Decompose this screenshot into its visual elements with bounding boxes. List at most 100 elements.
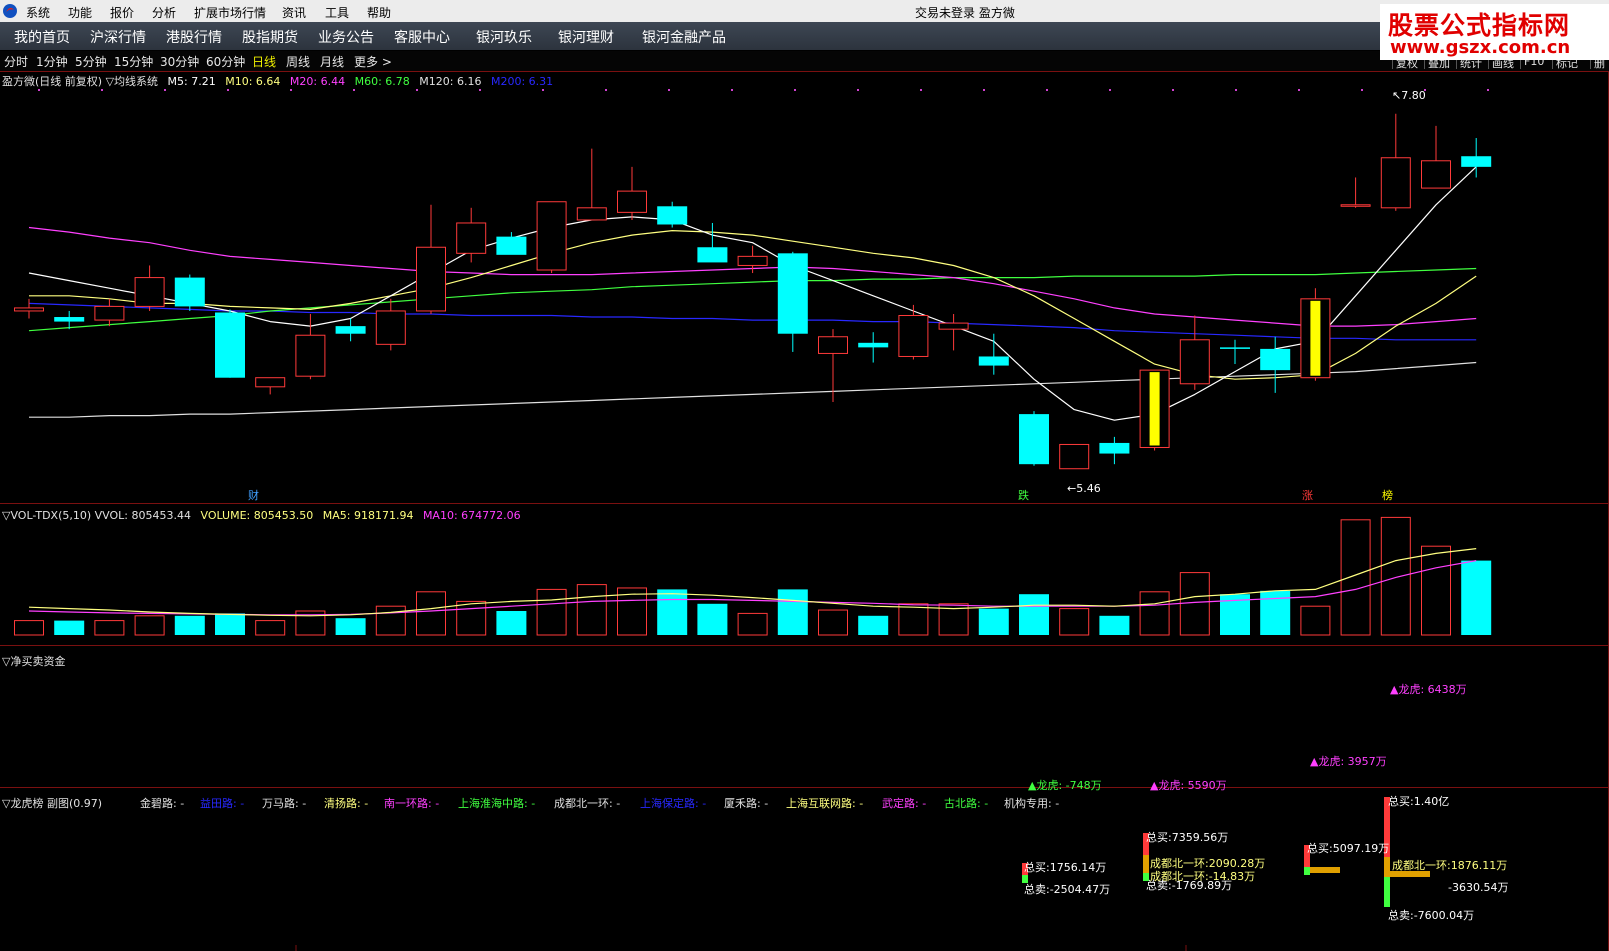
volume-bar-up	[416, 591, 446, 636]
volume-bar-up	[375, 605, 406, 636]
candle-down	[1019, 414, 1049, 465]
vol-ma10-label: MA10: 674772.06	[422, 509, 521, 522]
candle-up	[818, 336, 848, 354]
volume-bar-down	[777, 589, 808, 635]
lhb-annotation-total-buy-2: 总买:7359.56万	[1146, 831, 1229, 844]
period-bar: 分时 1分钟 5分钟 15分钟 30分钟 60分钟 日线 周线 月线 更多 >	[0, 51, 1609, 71]
volume-bar-up	[14, 620, 44, 636]
period-60min[interactable]: 60分钟	[206, 53, 245, 70]
candle-down	[174, 277, 205, 307]
top-tick-dot	[983, 89, 985, 91]
branch-gubei: 古北路: -	[944, 797, 989, 810]
menu-analysis[interactable]: 分析	[152, 4, 176, 21]
menu-system[interactable]: 系统	[26, 4, 50, 21]
branch-jinbi: 金碧路: -	[140, 797, 185, 810]
lhb-bar-6	[1304, 867, 1310, 875]
nav-yinhe-licai[interactable]: 银河理财	[558, 27, 614, 47]
top-tick-dot	[794, 89, 796, 91]
lhb-bar-10	[1384, 877, 1390, 907]
period-5min[interactable]: 5分钟	[75, 53, 107, 70]
nav-service-center[interactable]: 客服中心	[394, 27, 450, 47]
nav-announcements[interactable]: 业务公告	[318, 27, 374, 47]
chart-area[interactable]: 盈方微(日线 前复权) ▽均线系统 M5: 7.21 M10: 6.64 M20…	[0, 71, 1609, 951]
watermark-logo: 股票公式指标网 www.gszx.com.cn	[1380, 4, 1609, 60]
high-price-marker: ↖7.80	[1392, 89, 1426, 102]
period-monthly[interactable]: 月线	[320, 53, 344, 70]
volume-bar-up	[1421, 545, 1451, 636]
candle-down	[496, 236, 527, 255]
ma5-line	[28, 166, 1477, 421]
ma200-label: M200: 6.31	[490, 75, 554, 88]
top-tick-dot	[1487, 89, 1489, 91]
volume-bar-down	[54, 620, 85, 635]
lhb-panel-title: ▽龙虎榜 副图(0.97)	[2, 797, 103, 810]
top-tick-dot	[1361, 89, 1363, 91]
candle-up	[938, 322, 969, 330]
period-tick[interactable]: 分时	[4, 53, 28, 70]
top-tick-dot	[731, 89, 733, 91]
menu-bar: 系统 功能 报价 分析 扩展市场行情 资讯 工具 帮助 交易未登录 盈方微	[0, 0, 1609, 22]
event-marker-bang[interactable]: 榜	[1382, 487, 1393, 503]
period-weekly[interactable]: 周线	[286, 53, 310, 70]
ma5-label: M5: 7.21	[167, 75, 216, 88]
nav-bar: 我的首页 沪深行情 港股行情 股指期货 业务公告 客服中心 银河玖乐 银河理财 …	[0, 22, 1609, 50]
period-1min[interactable]: 1分钟	[36, 53, 68, 70]
period-daily[interactable]: 日线	[252, 53, 276, 70]
branch-institution: 机构专用: -	[1004, 797, 1060, 810]
volume-bar-down	[978, 608, 1009, 635]
candle-down	[657, 206, 688, 225]
candle-limit-up-fill	[1149, 372, 1160, 446]
candle-limit-up-fill	[1310, 300, 1321, 376]
fund-panel-title: ▽净买卖资金	[2, 655, 66, 668]
candle-up	[416, 246, 446, 312]
period-15min[interactable]: 15分钟	[114, 53, 153, 70]
branch-shanghai-huaihai: 上海淮海中路: -	[458, 797, 536, 810]
candle-down	[335, 326, 366, 334]
nav-sh-sz-market[interactable]: 沪深行情	[90, 27, 146, 47]
volume-bar-down	[335, 618, 366, 635]
event-marker-die[interactable]: 跌	[1018, 487, 1029, 503]
candle-up	[617, 190, 647, 213]
period-more[interactable]: 更多 >	[354, 53, 392, 70]
menu-tools[interactable]: 工具	[325, 4, 349, 21]
nav-yinhe-jiule[interactable]: 银河玖乐	[476, 27, 532, 47]
menu-extended-market[interactable]: 扩展市场行情	[194, 4, 266, 21]
top-tick-dot	[227, 89, 229, 91]
candle-down	[858, 342, 889, 348]
volume-label: VOLUME: 805453.50	[200, 509, 314, 522]
menu-function[interactable]: 功能	[68, 4, 92, 21]
candle-down	[215, 312, 245, 378]
menu-quote[interactable]: 报价	[110, 4, 134, 21]
nav-home[interactable]: 我的首页	[14, 27, 70, 47]
candle-up	[536, 201, 567, 271]
candle-up	[576, 207, 607, 221]
ma120-line	[29, 361, 1477, 418]
ma60-label: M60: 6.78	[354, 75, 410, 88]
candle-up	[1380, 157, 1411, 209]
volume-bar-up	[1059, 608, 1090, 636]
event-marker-cai[interactable]: 财	[248, 487, 259, 503]
lhb-net-label-1: ▲龙虎: 6438万	[1390, 683, 1467, 696]
nav-index-futures[interactable]: 股指期货	[242, 27, 298, 47]
candle-down	[978, 356, 1009, 366]
menu-help[interactable]: 帮助	[367, 4, 391, 21]
event-marker-zhang[interactable]: 涨	[1302, 487, 1313, 503]
top-tick-dot	[1046, 89, 1048, 91]
low-price-marker: ←5.46	[1067, 482, 1101, 495]
nav-hk-market[interactable]: 港股行情	[166, 27, 222, 47]
candle-up	[456, 222, 487, 254]
vol-ma5-label: MA5: 918171.94	[322, 509, 414, 522]
menu-news[interactable]: 资讯	[282, 4, 306, 21]
nav-yinhe-products[interactable]: 银河金融产品	[642, 27, 726, 47]
volume-bar-up	[1380, 516, 1411, 636]
branch-xiahe: 厦禾路: -	[724, 797, 769, 810]
top-tick-dot	[857, 89, 859, 91]
top-tick-dot	[290, 89, 292, 91]
top-tick-dot	[353, 89, 355, 91]
period-30min[interactable]: 30分钟	[160, 53, 199, 70]
top-tick-dot	[1109, 89, 1111, 91]
candle-up	[94, 305, 125, 321]
vol-panel-header: ▽VOL-TDX(5,10) VVOL: 805453.44 VOLUME: 8…	[2, 509, 527, 522]
volume-bar-down	[858, 615, 889, 635]
candle-up	[1059, 443, 1090, 470]
